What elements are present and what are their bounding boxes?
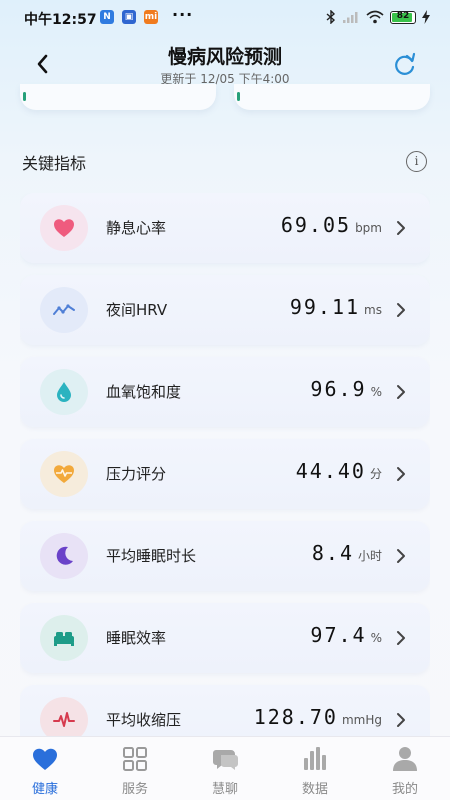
metric-label: 平均收缩压 [106, 711, 182, 729]
metric-card-sleep-duration[interactable]: 平均睡眠时长 8.4 小时 [20, 521, 430, 591]
metric-icon-bg [40, 205, 88, 251]
chevron-right-icon [397, 467, 405, 481]
status-bar: 中午12:57 N ▣ mi ··· 82 [0, 0, 450, 36]
chevron-right-icon [397, 549, 405, 563]
nav-item-services[interactable]: 服务 [90, 737, 180, 800]
chevron-right-icon [397, 631, 405, 645]
nav-label: 健康 [31, 782, 58, 797]
metric-label: 夜间HRV [106, 301, 168, 319]
status-time: 中午12:57 [24, 12, 97, 28]
chat-icon [213, 750, 238, 770]
chevron-right-icon [397, 713, 405, 727]
metric-icon-bg [40, 369, 88, 415]
wifi-icon [366, 10, 384, 24]
nav-item-health[interactable]: 健康 [0, 737, 90, 800]
notification-mi-icon: mi [144, 10, 158, 24]
nav-label: 数据 [301, 782, 328, 797]
stress-heart-icon [54, 465, 74, 483]
metric-value: 97.4% [310, 623, 382, 647]
nav-item-data[interactable]: 数据 [270, 737, 360, 800]
bar-chart-icon [304, 747, 326, 770]
metric-unit: 小时 [357, 549, 382, 563]
bed-icon [54, 632, 74, 646]
metric-value: 44.40 分 [295, 459, 382, 483]
metric-unit: mmHg [341, 713, 382, 727]
info-icon[interactable]: i [406, 151, 427, 172]
metric-card-night-hrv[interactable]: 夜间HRV 99.11 ms [20, 275, 430, 345]
chevron-right-icon [397, 303, 405, 317]
metric-icon-bg [40, 287, 88, 333]
summary-card-partial[interactable] [234, 84, 430, 110]
person-icon [393, 747, 417, 771]
notification-app-icon: N [100, 10, 114, 24]
charging-icon [422, 10, 430, 24]
metric-card-stress-score[interactable]: 压力评分 44.40 分 [20, 439, 430, 509]
bottom-nav: 健康 服务 慧聊 数据 我的 [0, 736, 450, 800]
battery-level-text: 82 [396, 10, 410, 21]
metric-icon-bg [40, 451, 88, 497]
metric-card-systolic-pressure[interactable]: 平均收缩压 128.70 mmHg [20, 685, 430, 738]
heart-icon [54, 219, 74, 237]
metric-value: 96.9% [310, 377, 382, 401]
hrv-trend-icon [53, 304, 75, 315]
metrics-list: 静息心率 69.05 bpm 夜间HRV 99.11 ms 血氧饱和度 96.9% [20, 193, 430, 738]
nav-label: 我的 [391, 782, 418, 797]
heart-icon [33, 748, 57, 770]
section-title: 关键指标 [22, 154, 87, 173]
more-notifications-icon: ··· [172, 5, 194, 24]
metric-card-resting-heart-rate[interactable]: 静息心率 69.05 bpm [20, 193, 430, 263]
moon-icon [56, 546, 73, 565]
metric-label: 静息心率 [106, 219, 167, 237]
metric-icon-bg [40, 615, 88, 661]
metric-label: 压力评分 [106, 465, 167, 483]
bluetooth-icon [326, 10, 336, 24]
metric-icon-bg [40, 697, 88, 738]
metric-label: 平均睡眠时长 [106, 547, 197, 565]
nav-item-profile[interactable]: 我的 [360, 737, 450, 800]
metric-unit: ms [364, 303, 382, 317]
pulse-icon [53, 712, 75, 727]
metric-value: 8.4 小时 [311, 541, 382, 565]
metric-unit: % [370, 631, 382, 645]
metric-value: 128.70 mmHg [253, 705, 382, 729]
metric-label: 睡眠效率 [106, 629, 167, 647]
summary-card-partial[interactable] [20, 84, 216, 110]
chevron-right-icon [397, 221, 405, 235]
water-drop-icon [57, 382, 71, 402]
metric-card-blood-oxygen[interactable]: 血氧饱和度 96.9% [20, 357, 430, 427]
metric-value: 99.11 ms [289, 295, 382, 319]
notification-app-icon: ▣ [122, 10, 136, 24]
metric-card-sleep-efficiency[interactable]: 睡眠效率 97.4% [20, 603, 430, 673]
refresh-button[interactable] [390, 50, 420, 80]
metric-label: 血氧饱和度 [106, 383, 182, 401]
grid-icon [123, 747, 147, 771]
nav-item-chat[interactable]: 慧聊 [180, 737, 270, 800]
metric-icon-bg [40, 533, 88, 579]
page-title: 慢病风险预测 [167, 46, 282, 68]
chevron-right-icon [397, 385, 405, 399]
metric-value: 69.05 bpm [280, 213, 382, 237]
nav-label: 服务 [121, 782, 148, 797]
battery-icon: 82 [390, 10, 416, 24]
metric-unit: % [370, 385, 382, 399]
signal-icon [343, 12, 358, 23]
metric-unit: 分 [369, 467, 382, 481]
nav-label: 慧聊 [211, 782, 238, 797]
metric-unit: bpm [355, 221, 382, 235]
